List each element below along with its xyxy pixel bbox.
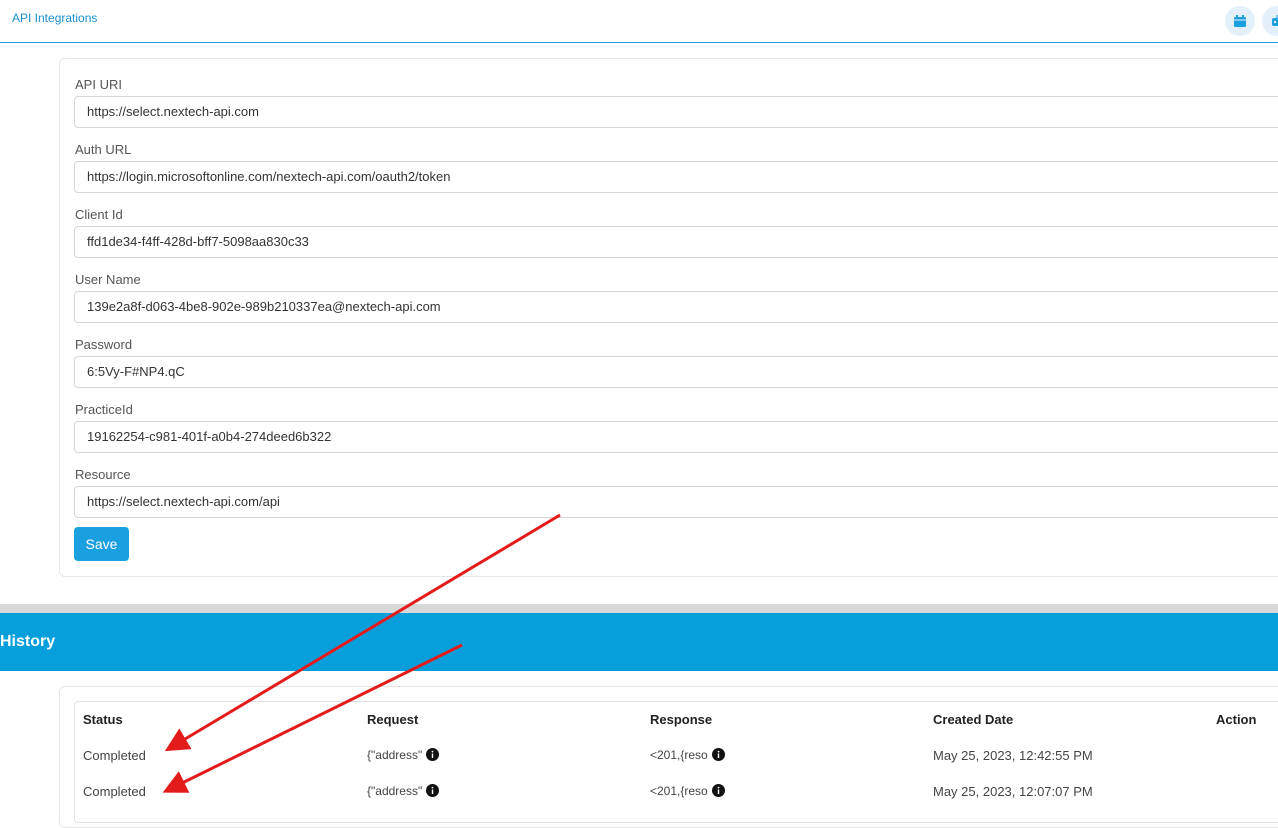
practice-id-label: PracticeId bbox=[75, 402, 133, 417]
row-1-request-text: {"address" bbox=[367, 748, 422, 762]
history-title: History bbox=[0, 633, 55, 651]
save-button[interactable]: Save bbox=[74, 527, 129, 561]
section-divider bbox=[0, 604, 1278, 613]
column-header-response[interactable]: Response bbox=[650, 712, 712, 727]
row-2-response-text: <201,{reso bbox=[650, 784, 708, 798]
row-2-response: <201,{reso bbox=[650, 784, 725, 800]
info-icon[interactable] bbox=[426, 748, 439, 764]
column-header-request[interactable]: Request bbox=[367, 712, 418, 727]
column-header-action: Action bbox=[1216, 712, 1256, 727]
auth-url-label: Auth URL bbox=[75, 142, 131, 157]
resource-label: Resource bbox=[75, 467, 131, 482]
api-uri-label: API URI bbox=[75, 77, 122, 92]
user-name-input[interactable]: 139e2a8f-d063-4be8-902e-989b210337ea@nex… bbox=[74, 291, 1278, 323]
info-icon[interactable] bbox=[712, 784, 725, 800]
row-2-status: Completed bbox=[83, 784, 146, 799]
info-icon[interactable] bbox=[712, 748, 725, 764]
robot-icon[interactable] bbox=[1262, 6, 1278, 36]
row-1-response-text: <201,{reso bbox=[650, 748, 708, 762]
practice-id-input[interactable]: 19162254-c981-401f-a0b4-274deed6b322 bbox=[74, 421, 1278, 453]
client-id-input[interactable]: ffd1de34-f4ff-428d-bff7-5098aa830c33 bbox=[74, 226, 1278, 258]
api-uri-input[interactable]: https://select.nextech-api.com bbox=[74, 96, 1278, 128]
row-2-request-text: {"address" bbox=[367, 784, 422, 798]
column-header-created-date[interactable]: Created Date bbox=[933, 712, 1013, 727]
row-1-status: Completed bbox=[83, 748, 146, 763]
password-input[interactable]: 6:5Vy-F#NP4.qC bbox=[74, 356, 1278, 388]
client-id-label: Client Id bbox=[75, 207, 123, 222]
page-title[interactable]: API Integrations bbox=[12, 11, 97, 25]
row-1-created-date: May 25, 2023, 12:42:55 PM bbox=[933, 748, 1093, 763]
column-header-status[interactable]: Status bbox=[83, 712, 123, 727]
row-2-created-date: May 25, 2023, 12:07:07 PM bbox=[933, 784, 1093, 799]
row-1-request: {"address" bbox=[367, 748, 439, 764]
history-header: History bbox=[0, 613, 1278, 671]
info-icon[interactable] bbox=[426, 784, 439, 800]
top-bar: API Integrations bbox=[0, 0, 1278, 43]
user-name-label: User Name bbox=[75, 272, 141, 287]
calendar-icon[interactable] bbox=[1225, 6, 1255, 36]
password-label: Password bbox=[75, 337, 132, 352]
row-1-response: <201,{reso bbox=[650, 748, 725, 764]
row-2-request: {"address" bbox=[367, 784, 439, 800]
resource-input[interactable]: https://select.nextech-api.com/api bbox=[74, 486, 1278, 518]
auth-url-input[interactable]: https://login.microsoftonline.com/nextec… bbox=[74, 161, 1278, 193]
